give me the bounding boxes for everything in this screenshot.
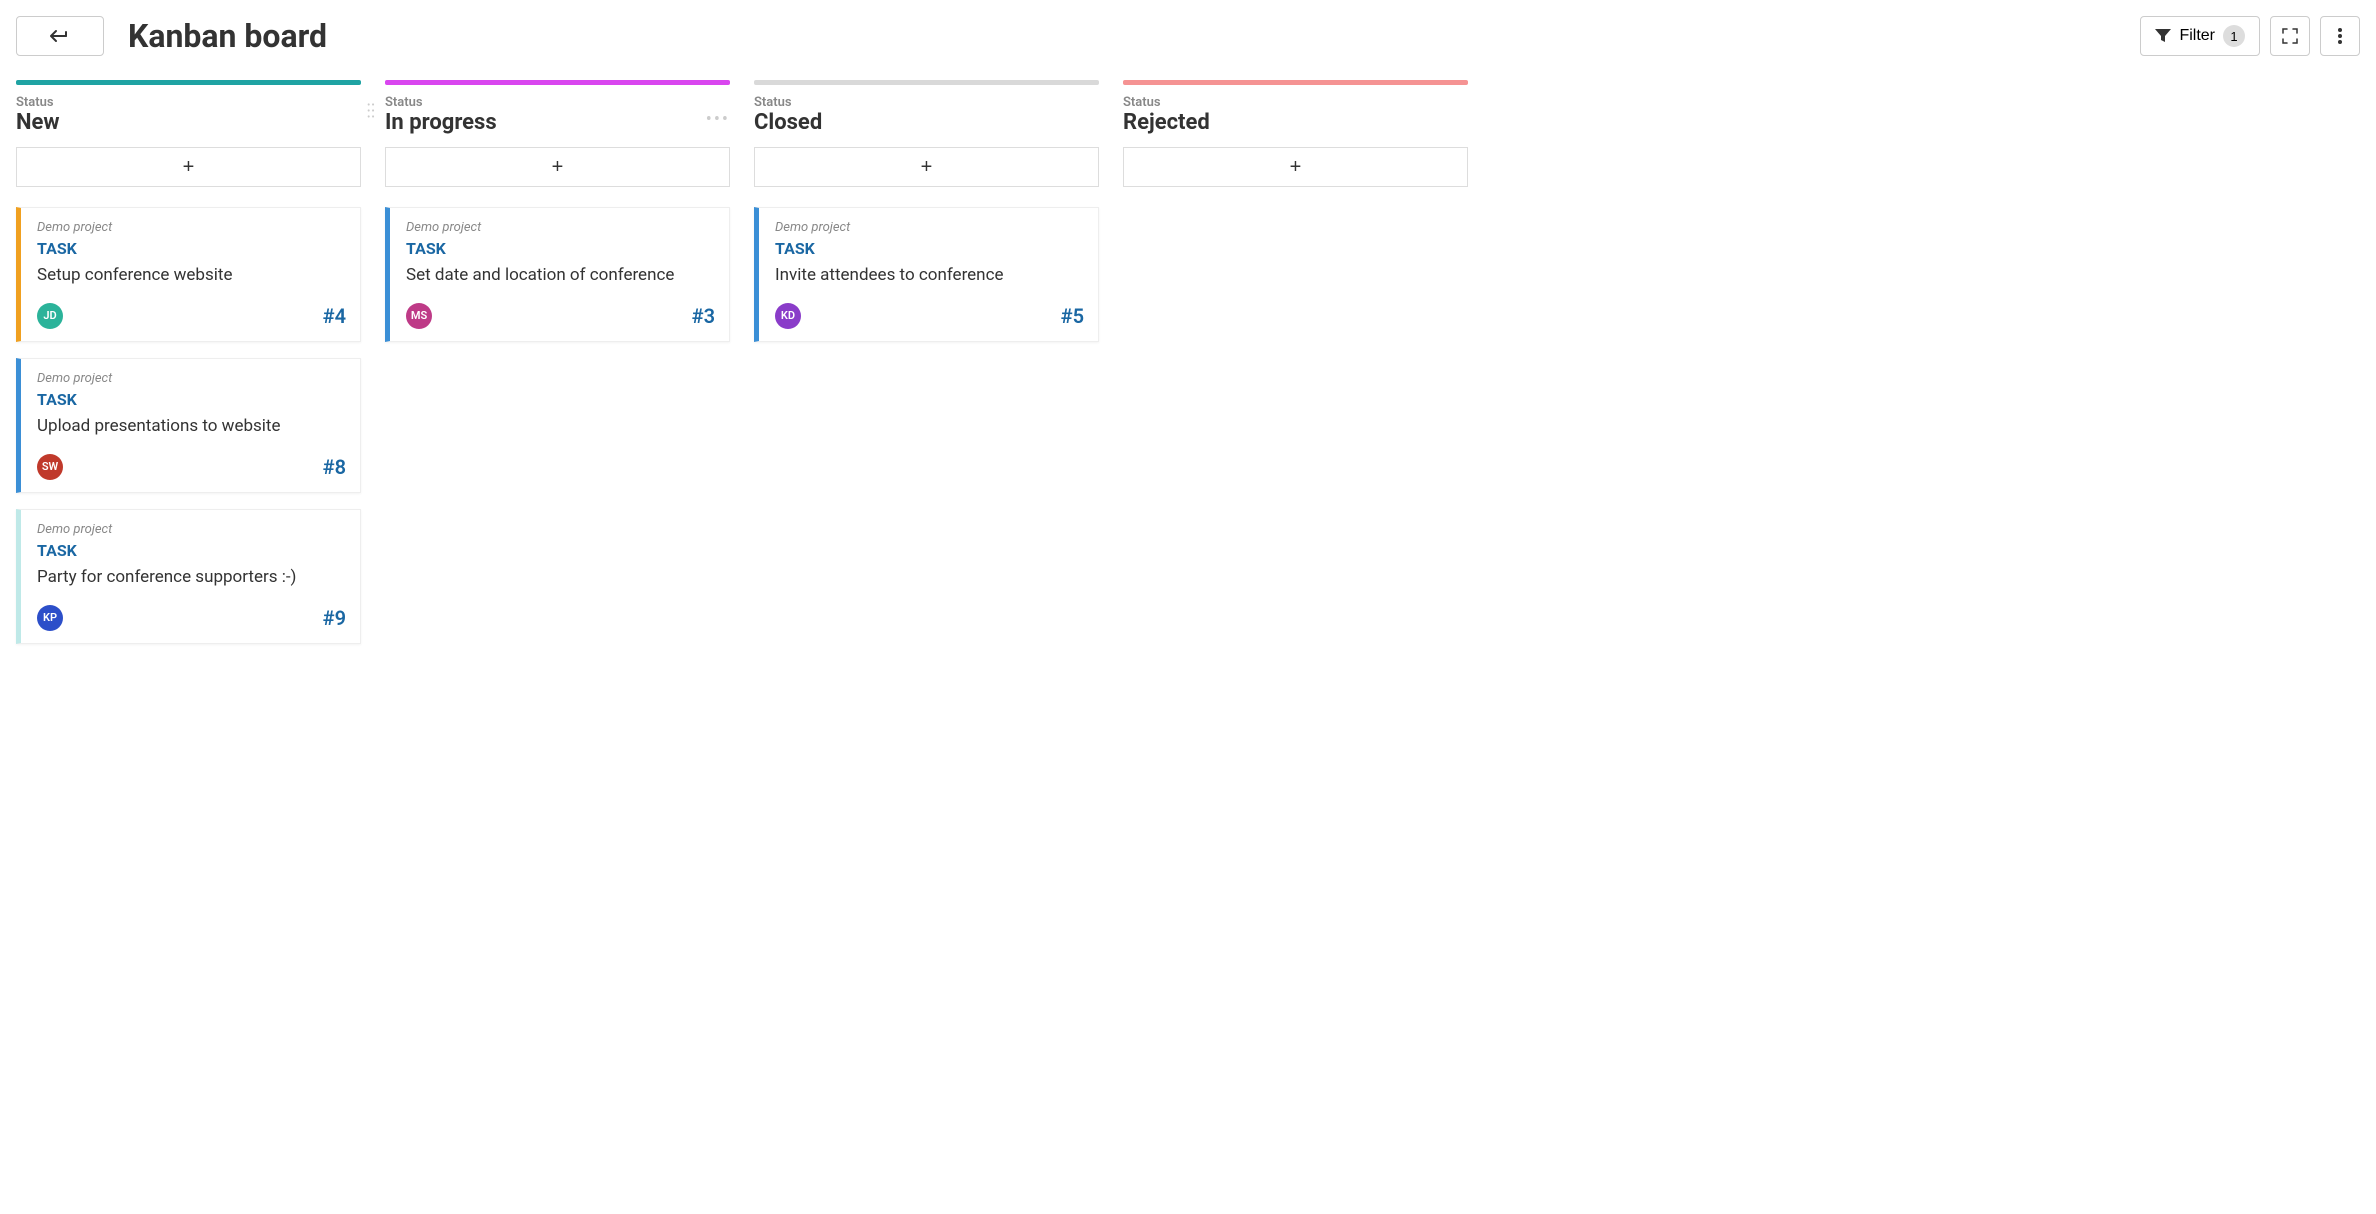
kanban-card[interactable]: Demo project TASK Set date and location of… [385, 207, 730, 342]
kanban-card[interactable]: Demo project TASK Party for conference sup… [16, 509, 361, 644]
card-id[interactable]: #3 [692, 304, 715, 328]
column-label: Status [754, 95, 1099, 110]
add-card-button[interactable]: + [16, 147, 361, 187]
filter-label: Filter [2179, 27, 2215, 45]
card-project: Demo project [37, 522, 346, 537]
card-type[interactable]: TASK [775, 239, 1084, 258]
filter-icon [2155, 29, 2171, 43]
avatar[interactable]: KD [775, 303, 801, 329]
fullscreen-button[interactable] [2270, 16, 2310, 56]
card-id[interactable]: #4 [323, 304, 346, 328]
header-right: Filter 1 [2140, 16, 2360, 56]
plus-icon: + [183, 156, 195, 179]
card-project: Demo project [37, 220, 346, 235]
page-title: Kanban board [128, 17, 327, 55]
column-title: New [16, 110, 361, 135]
column-color-bar [16, 80, 361, 85]
card-footer: JD #4 [37, 303, 346, 329]
page-header: Kanban board Filter 1 [16, 16, 2360, 56]
column-menu-button[interactable]: ••• [706, 109, 730, 130]
card-project: Demo project [775, 220, 1084, 235]
card-id[interactable]: #5 [1061, 304, 1084, 328]
card-footer: MS #3 [406, 303, 715, 329]
column-title: Closed [754, 110, 1099, 135]
add-card-button[interactable]: + [1123, 147, 1468, 187]
back-arrow-icon [48, 29, 72, 43]
column-color-bar [1123, 80, 1468, 85]
card-title: Set date and location of conference [406, 264, 715, 287]
kanban-card[interactable]: Demo project TASK Invite attendees to conf… [754, 207, 1099, 342]
card-footer: KD #5 [775, 303, 1084, 329]
column-header: StatusNew [16, 95, 361, 135]
avatar[interactable]: KP [37, 605, 63, 631]
more-menu-button[interactable] [2320, 16, 2360, 56]
column-label: Status [16, 95, 361, 110]
card-title: Invite attendees to conference [775, 264, 1084, 287]
card-title: Upload presentations to website [37, 415, 346, 438]
avatar[interactable]: JD [37, 303, 63, 329]
card-project: Demo project [406, 220, 715, 235]
column-color-bar [754, 80, 1099, 85]
add-card-button[interactable]: + [385, 147, 730, 187]
card-type[interactable]: TASK [37, 541, 346, 560]
kanban-card[interactable]: Demo project TASK Upload presentations to … [16, 358, 361, 493]
filter-button[interactable]: Filter 1 [2140, 16, 2260, 56]
drag-handle-icon[interactable]: •••••• [367, 103, 376, 121]
plus-icon: + [921, 156, 933, 179]
column-header: StatusClosed [754, 95, 1099, 135]
column-label: Status [385, 95, 730, 110]
card-id[interactable]: #8 [323, 455, 346, 479]
column-title: Rejected [1123, 110, 1468, 135]
avatar[interactable]: MS [406, 303, 432, 329]
filter-count-badge: 1 [2223, 25, 2245, 47]
column-header: •••••••••StatusIn progress [385, 95, 730, 135]
kanban-card[interactable]: Demo project TASK Setup conference website… [16, 207, 361, 342]
avatar[interactable]: SW [37, 454, 63, 480]
column-label: Status [1123, 95, 1468, 110]
card-type[interactable]: TASK [37, 239, 346, 258]
column: StatusClosed + Demo project TASK Invite atte… [754, 80, 1099, 358]
card-title: Setup conference website [37, 264, 346, 287]
card-footer: KP #9 [37, 605, 346, 631]
kebab-icon [2338, 28, 2342, 44]
card-type[interactable]: TASK [37, 390, 346, 409]
plus-icon: + [552, 156, 564, 179]
card-footer: SW #8 [37, 454, 346, 480]
back-button[interactable] [16, 16, 104, 56]
column: StatusRejected + [1123, 80, 1468, 207]
kanban-board: StatusNew+Demo projectTASKSetup conferen… [16, 80, 2360, 660]
header-left: Kanban board [16, 16, 327, 56]
column-color-bar [385, 80, 730, 85]
card-id[interactable]: #9 [323, 606, 346, 630]
add-card-button[interactable]: + [754, 147, 1099, 187]
expand-icon [2282, 28, 2298, 44]
column-title: In progress [385, 110, 730, 135]
column-header: StatusRejected [1123, 95, 1468, 135]
column: StatusNew + Demo project TASK Setup conferen… [16, 80, 361, 660]
card-type[interactable]: TASK [406, 239, 715, 258]
card-title: Party for conference supporters :-) [37, 566, 346, 589]
plus-icon: + [1290, 156, 1302, 179]
column: •••••••••StatusIn progress + Demo project T… [385, 80, 730, 358]
card-project: Demo project [37, 371, 346, 386]
